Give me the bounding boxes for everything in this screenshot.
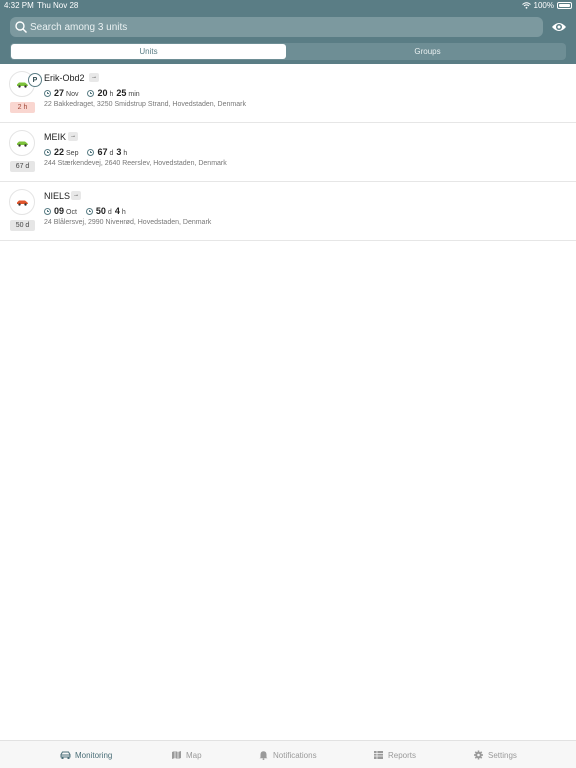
status-badge: 67 d [10,161,35,172]
duration-a-unit: h [109,91,114,98]
gear-icon [474,750,483,760]
search-icon [15,21,27,33]
last-date-month: Oct [66,209,77,216]
battery-percent: 100% [533,1,554,10]
bell-icon [259,751,268,760]
unit-avatar [9,189,35,215]
car-icon [17,82,28,88]
timer-icon [87,90,95,97]
status-time: 4:32 PM [4,1,34,10]
status-badge: 2 h [10,102,35,113]
clock-icon [44,208,51,215]
duration-b: 25 [116,88,127,98]
clock-icon [44,149,51,156]
duration-a: 20 [97,88,108,98]
duration-b: 4 [114,206,120,216]
unit-avatar [9,130,35,156]
reports-icon [374,751,383,759]
duration-a: 50 [95,206,106,216]
unit-name: Erik-Obd2 [44,73,85,83]
unit-meta: 09 Oct 50 d 4 h [44,206,129,216]
status-bar: 4:32 PM Thu Nov 28 100% [0,0,576,12]
last-date-day: 09 [54,206,65,216]
status-date: Thu Nov 28 [37,1,79,10]
tab-monitoring-label: Monitoring [75,750,113,760]
clock-icon [44,90,51,97]
duration-b-unit: h [121,209,126,216]
key-icon: ⊸ [71,191,81,200]
tab-monitoring[interactable]: Monitoring [60,750,112,760]
timer-icon [85,208,93,215]
tab-settings[interactable]: Settings [473,750,517,760]
last-date-month: Sep [66,150,79,157]
wifi-icon [521,2,531,9]
duration-b-unit: min [128,91,140,98]
search-bar[interactable] [10,17,543,37]
status-right: 100% [521,1,572,10]
duration-a: 67 [97,147,108,157]
unit-meta: 27 Nov 20 h 25 min [44,88,143,98]
tab-reports[interactable]: Reports [373,750,416,760]
last-date-month: Nov [66,91,79,98]
tab-units[interactable]: Units [11,44,286,59]
last-date-day: 22 [54,147,65,157]
unit-meta: 22 Sep 67 d 3 h [44,147,130,157]
tab-map[interactable]: Map [171,750,202,760]
battery-icon [557,2,572,9]
duration-a-unit: d [107,209,112,216]
unit-name: MEIK [44,132,67,142]
last-date-day: 27 [54,88,65,98]
tab-reports-label: Reports [388,750,417,760]
map-icon [172,751,181,759]
status-badge: 50 d [10,220,35,231]
car-icon [17,200,28,206]
unit-address: 244 Stærkendevej, 2640 Reerslev, Hovedst… [44,160,227,167]
parking-badge: P [28,73,42,87]
duration-a-unit: d [109,150,114,157]
duration-b-unit: h [123,150,128,157]
eye-icon[interactable] [551,20,567,34]
tab-map-label: Map [186,750,202,760]
unit-row-meik[interactable]: 67 d MEIK ⊸ 22 Sep 67 d 3 h 244 Stærkend… [0,123,576,182]
unit-address: 24 Blålersvej, 2990 Nivенrød, Hovedstade… [44,219,212,226]
car-icon [17,141,28,147]
duration-b: 3 [116,147,122,157]
timer-icon [87,149,95,156]
search-input[interactable] [30,17,530,37]
unit-row-niels[interactable]: 50 d NIELS ⊸ 09 Oct 50 d 4 h 24 Blålersv… [0,182,576,241]
units-groups-switch: Units Groups [10,43,566,60]
tab-notifications-label: Notifications [273,750,317,760]
unit-row-erik-obd2[interactable]: P 2 h Erik-Obd2 ⊸ 27 Nov 20 h 25 min 22 … [0,64,576,123]
tab-settings-label: Settings [488,750,517,760]
tab-notifications[interactable]: Notifications [258,750,317,760]
unit-name: NIELS [44,191,71,201]
key-icon: ⊸ [68,132,78,141]
unit-address: 22 Bakkedraget, 3250 Smidstrup Strand, H… [44,101,246,108]
tab-bar: Monitoring Map Notifications Reports Set… [0,740,576,768]
header: 4:32 PM Thu Nov 28 100% Units Groups [0,0,576,64]
tab-groups[interactable]: Groups [290,44,565,59]
car-front-icon [60,751,71,759]
key-icon: ⊸ [89,73,99,82]
unit-list: P 2 h Erik-Obd2 ⊸ 27 Nov 20 h 25 min 22 … [0,64,576,241]
